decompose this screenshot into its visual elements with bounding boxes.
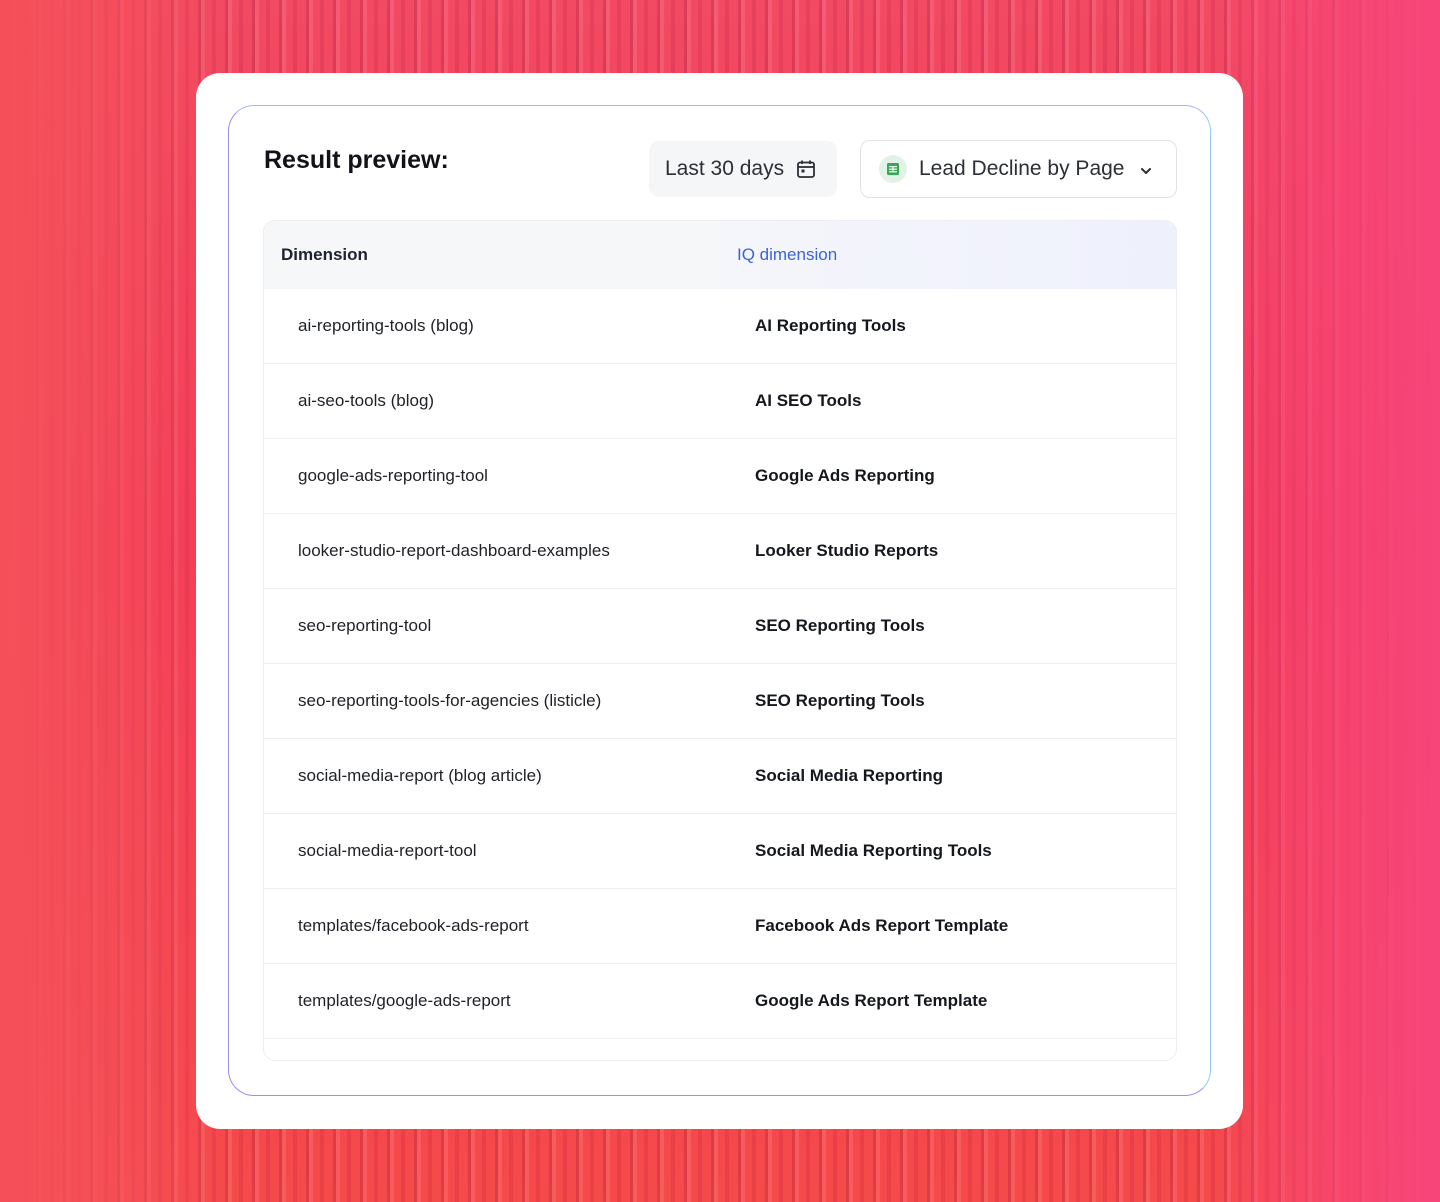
- table-row: ai-reporting-tools (blog) AI Reporting T…: [264, 289, 1176, 364]
- iq-dimension-cell: SEO Reporting Tools: [755, 691, 925, 710]
- dimension-cell: ai-reporting-tools (blog): [298, 316, 474, 335]
- iq-dimension-cell: Google Ads Reporting: [755, 466, 935, 485]
- iq-dimension-cell: AI Reporting Tools: [755, 316, 906, 335]
- iq-dimension-cell: Looker Studio Reports: [755, 541, 939, 560]
- table-row: google-ads-reporting-tool Google Ads Rep…: [264, 439, 1176, 514]
- table-row: templates/google-ads-report Google Ads R…: [264, 964, 1176, 1039]
- calendar-icon: [796, 159, 816, 179]
- background-edge-right: [1210, 0, 1440, 1202]
- report-select-label: Lead Decline by Page: [919, 157, 1125, 180]
- table-body: ai-reporting-tools (blog) AI Reporting T…: [264, 289, 1176, 1039]
- table-row: seo-reporting-tools-for-agencies (listic…: [264, 664, 1176, 739]
- dimension-cell: seo-reporting-tools-for-agencies (listic…: [298, 691, 602, 710]
- column-header-iq-dimension: IQ dimension: [719, 221, 1176, 289]
- table-row: looker-studio-report-dashboard-examples …: [264, 514, 1176, 589]
- date-range-label: Last 30 days: [665, 157, 785, 180]
- table-row: seo-reporting-tool SEO Reporting Tools: [264, 589, 1176, 664]
- iq-dimension-cell: SEO Reporting Tools: [755, 616, 925, 635]
- dimension-cell: templates/facebook-ads-report: [298, 916, 529, 935]
- iq-dimension-cell: Social Media Reporting Tools: [755, 841, 992, 860]
- table-row: templates/facebook-ads-report Facebook A…: [264, 889, 1176, 964]
- table-row: social-media-report-tool Social Media Re…: [264, 814, 1176, 889]
- date-range-button[interactable]: Last 30 days: [649, 141, 837, 197]
- iq-dimension-cell: Google Ads Report Template: [755, 991, 988, 1010]
- dimension-cell: looker-studio-report-dashboard-examples: [298, 541, 610, 560]
- dimension-cell: ai-seo-tools (blog): [298, 391, 435, 410]
- report-select[interactable]: Lead Decline by Page: [860, 140, 1177, 198]
- outer-card: Result preview: Last 30 days Lead Declin…: [196, 73, 1243, 1129]
- dimension-cell: templates/google-ads-report: [298, 991, 511, 1010]
- google-sheets-icon: [879, 155, 907, 183]
- table-header: Dimension IQ dimension: [264, 221, 1176, 289]
- result-preview-panel: Result preview: Last 30 days Lead Declin…: [228, 105, 1211, 1096]
- dimension-cell: google-ads-reporting-tool: [298, 466, 488, 485]
- column-header-dimension: Dimension: [264, 221, 719, 289]
- iq-dimension-cell: Social Media Reporting: [755, 766, 943, 785]
- result-table: Dimension IQ dimension ai-reporting-tool…: [263, 220, 1177, 1061]
- table-row: social-media-report (blog article) Socia…: [264, 739, 1176, 814]
- chevron-down-icon: [1138, 161, 1154, 177]
- iq-dimension-cell: Facebook Ads Report Template: [755, 916, 1009, 935]
- page-title: Result preview:: [264, 146, 449, 174]
- table-row: ai-seo-tools (blog) AI SEO Tools: [264, 364, 1176, 439]
- dimension-cell: social-media-report (blog article): [298, 766, 542, 785]
- dimension-cell: social-media-report-tool: [298, 841, 477, 860]
- dimension-cell: seo-reporting-tool: [298, 616, 432, 635]
- iq-dimension-cell: AI SEO Tools: [755, 391, 862, 410]
